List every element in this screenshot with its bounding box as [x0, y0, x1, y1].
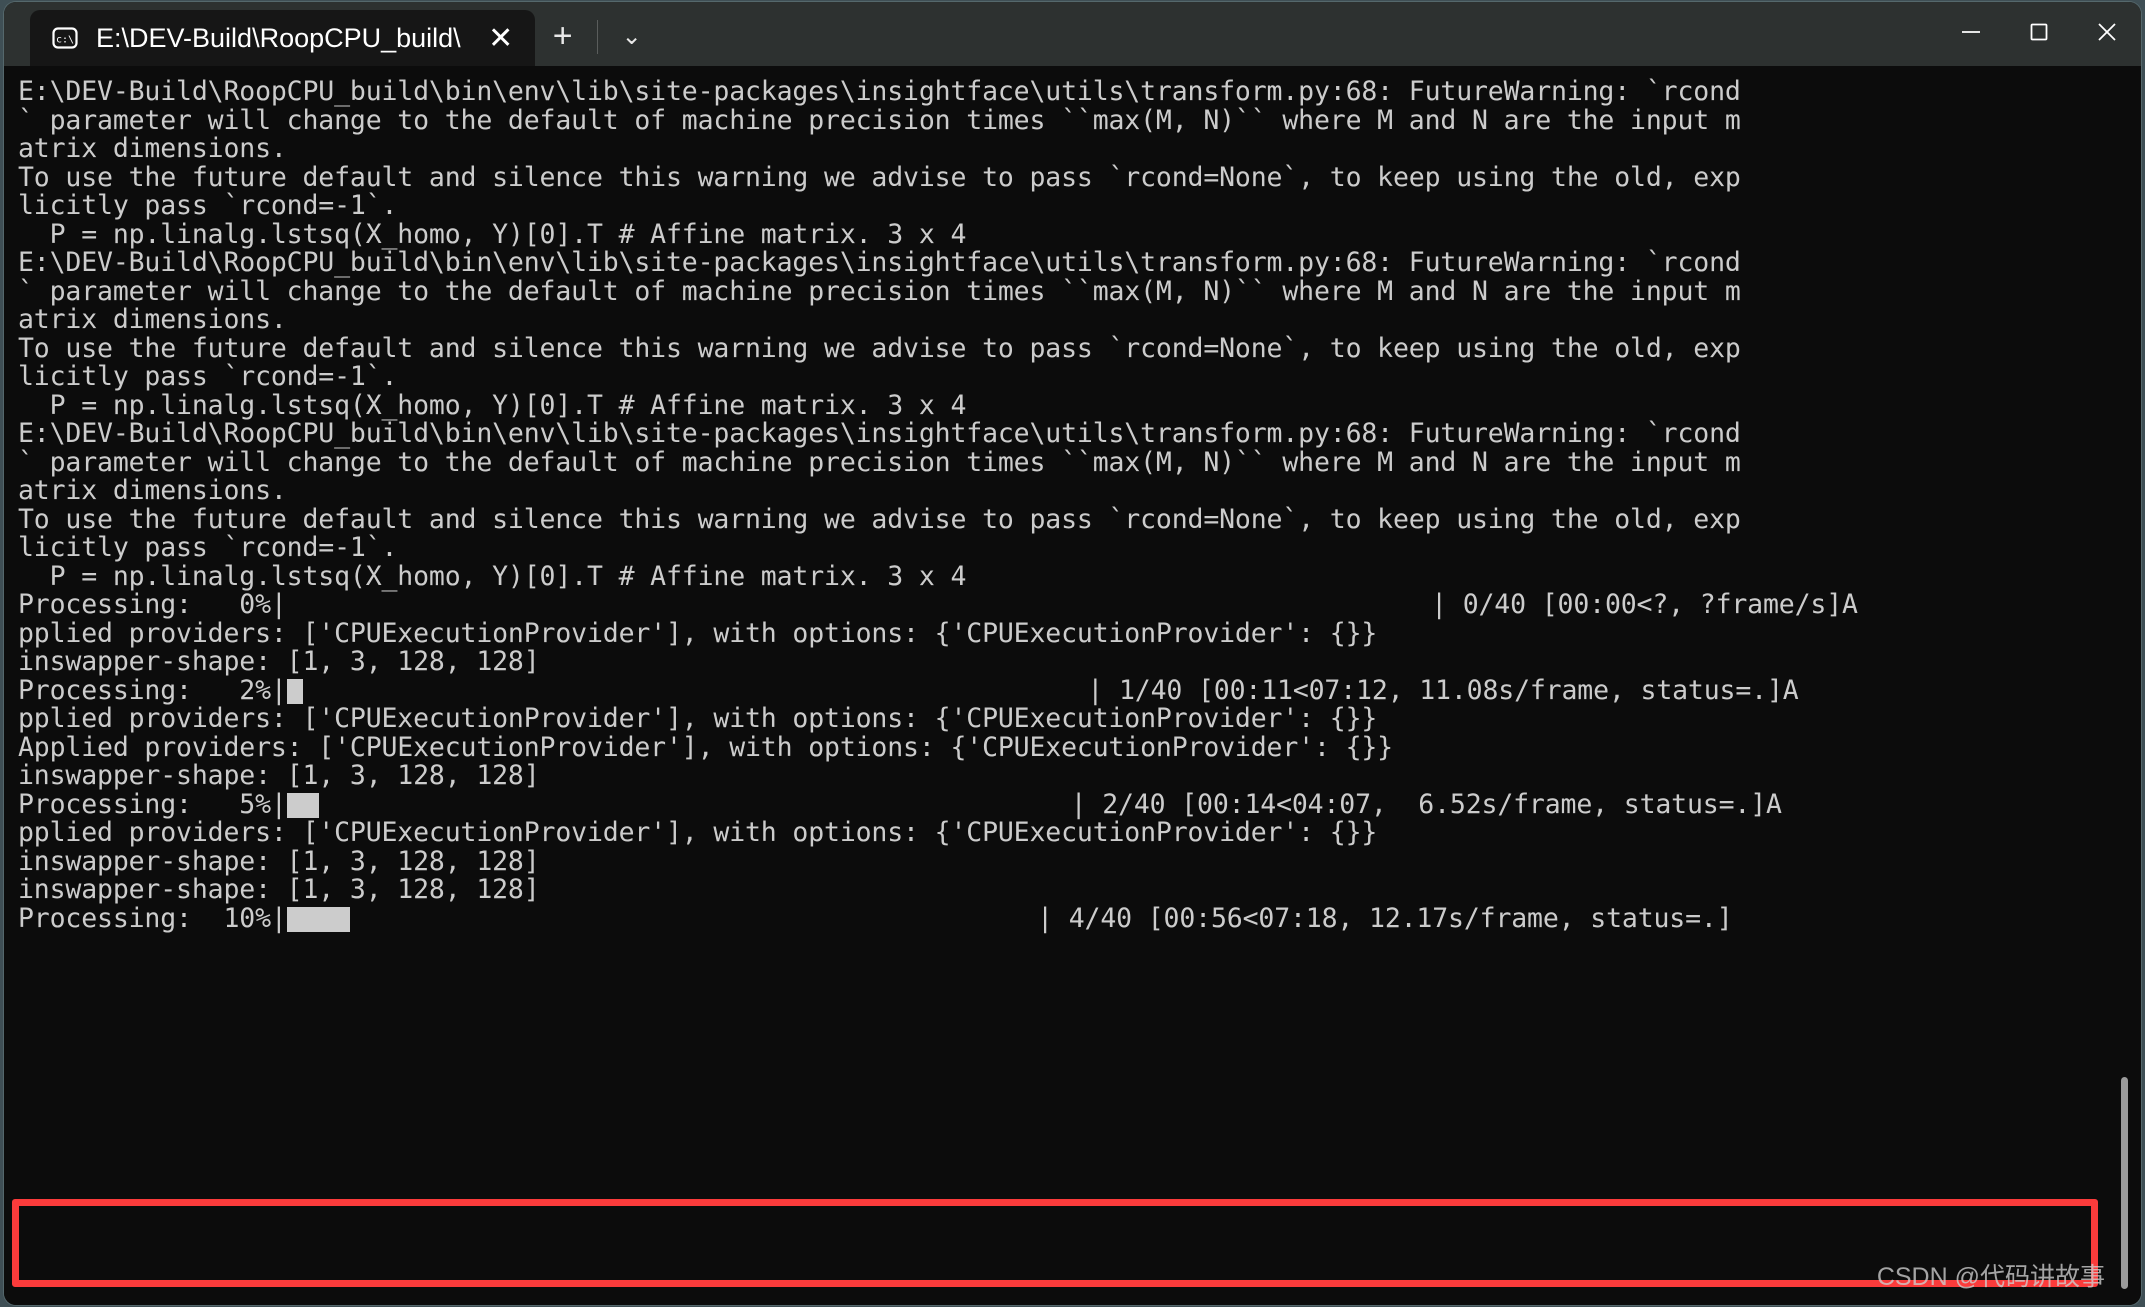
warning-line: licitly pass `rcond=-1`. — [18, 361, 398, 392]
minimize-icon[interactable] — [1937, 2, 2005, 62]
tab-title: E:\DEV-Build\RoopCPU_build\ — [96, 22, 461, 53]
shape-line: inswapper-shape: [1, 3, 128, 128] — [18, 845, 540, 877]
terminal-output[interactable]: E:\DEV-Build\RoopCPU_build\bin\env\lib\s… — [4, 66, 2141, 1305]
warning-line: ` parameter will change to the default o… — [18, 446, 1741, 478]
warning-line: atrix dimensions. — [18, 133, 287, 164]
maximize-icon[interactable] — [2005, 2, 2073, 62]
progress-label: Processing: 10%| — [18, 902, 287, 934]
tab-strip-divider — [596, 20, 598, 54]
progress-label: Processing: 5%| — [18, 788, 287, 820]
warning-line: atrix dimensions. — [18, 304, 287, 335]
cmd-prompt-icon: c:\ — [48, 21, 82, 55]
progress-status: | 1/40 [00:11<07:12, 11.08s/frame, statu… — [1087, 674, 1799, 706]
chevron-down-icon[interactable]: ⌄ — [604, 8, 660, 64]
tab-strip: c:\ E:\DEV-Build\RoopCPU_build\ ✕ + ⌄ — [4, 2, 1937, 66]
progress-line: Processing: 2%| | 1/40 [00:11<07:12, 11.0… — [18, 674, 2141, 706]
window-controls — [1937, 2, 2141, 66]
warning-line: P = np.linalg.lstsq(X_homo, Y)[0].T # Af… — [18, 218, 967, 250]
new-tab-button[interactable]: + — [535, 8, 591, 64]
progress-label: Processing: 0%| — [18, 589, 287, 620]
progress-bar-fill — [286, 906, 351, 932]
terminal-tab[interactable]: c:\ E:\DEV-Build\RoopCPU_build\ ✕ — [30, 10, 535, 66]
warning-line: To use the future default and silence th… — [18, 503, 1741, 535]
warning-line: atrix dimensions. — [18, 475, 287, 506]
shape-line: inswapper-shape: [1, 3, 128, 128] — [18, 874, 540, 905]
svg-text:c:\: c:\ — [56, 35, 74, 46]
progress-bar-fill — [286, 792, 319, 818]
warning-line: To use the future default and silence th… — [18, 332, 1741, 364]
provider-line: pplied providers: ['CPUExecutionProvider… — [18, 703, 1378, 734]
warning-line: P = np.linalg.lstsq(X_homo, Y)[0].T # Af… — [18, 389, 967, 421]
warning-line: E:\DEV-Build\RoopCPU_build\bin\env\lib\s… — [18, 247, 1741, 278]
terminal-window: c:\ E:\DEV-Build\RoopCPU_build\ ✕ + ⌄ E:… — [4, 2, 2141, 1305]
close-icon[interactable] — [2073, 2, 2141, 62]
terminal-scrollbar-thumb[interactable] — [2121, 1077, 2128, 1289]
provider-line: pplied providers: ['CPUExecutionProvider… — [18, 617, 1378, 649]
warning-line: E:\DEV-Build\RoopCPU_build\bin\env\lib\s… — [18, 418, 1741, 449]
warning-line: ` parameter will change to the default o… — [18, 275, 1741, 307]
progress-line: Processing: 10%| | 4/40 [00:56<07:18, 12.… — [18, 902, 2141, 934]
progress-status: | 2/40 [00:14<04:07, 6.52s/frame, status… — [1070, 788, 1782, 820]
warning-line: licitly pass `rcond=-1`. — [18, 190, 398, 221]
warning-line: licitly pass `rcond=-1`. — [18, 532, 398, 563]
shape-line: inswapper-shape: [1, 3, 128, 128] — [18, 646, 540, 677]
progress-line: Processing: 0%| | 0/40 [00:00<?, ?frame/s… — [18, 589, 2141, 620]
provider-line: pplied providers: ['CPUExecutionProvider… — [18, 817, 1378, 848]
warning-line: To use the future default and silence th… — [18, 161, 1741, 193]
warning-line: P = np.linalg.lstsq(X_homo, Y)[0].T # Af… — [18, 560, 967, 592]
warning-line: ` parameter will change to the default o… — [18, 104, 1741, 136]
warning-line: E:\DEV-Build\RoopCPU_build\bin\env\lib\s… — [18, 76, 1741, 107]
title-bar: c:\ E:\DEV-Build\RoopCPU_build\ ✕ + ⌄ — [4, 2, 2141, 66]
provider-line: Applied providers: ['CPUExecutionProvide… — [18, 731, 1393, 763]
shape-line: inswapper-shape: [1, 3, 128, 128] — [18, 760, 540, 791]
progress-line: Processing: 5%| | 2/40 [00:14<04:07, 6.52… — [18, 788, 2141, 820]
csdn-watermark: CSDN @代码讲故事 — [1876, 1263, 2105, 1291]
tab-close-icon[interactable]: ✕ — [479, 16, 523, 60]
progress-status: | 0/40 [00:00<?, ?frame/s]A — [1431, 589, 1858, 620]
progress-bar-fill — [286, 678, 303, 704]
progress-label: Processing: 2%| — [18, 674, 287, 706]
progress-status: | 4/40 [00:56<07:18, 12.17s/frame, statu… — [1037, 902, 1733, 934]
